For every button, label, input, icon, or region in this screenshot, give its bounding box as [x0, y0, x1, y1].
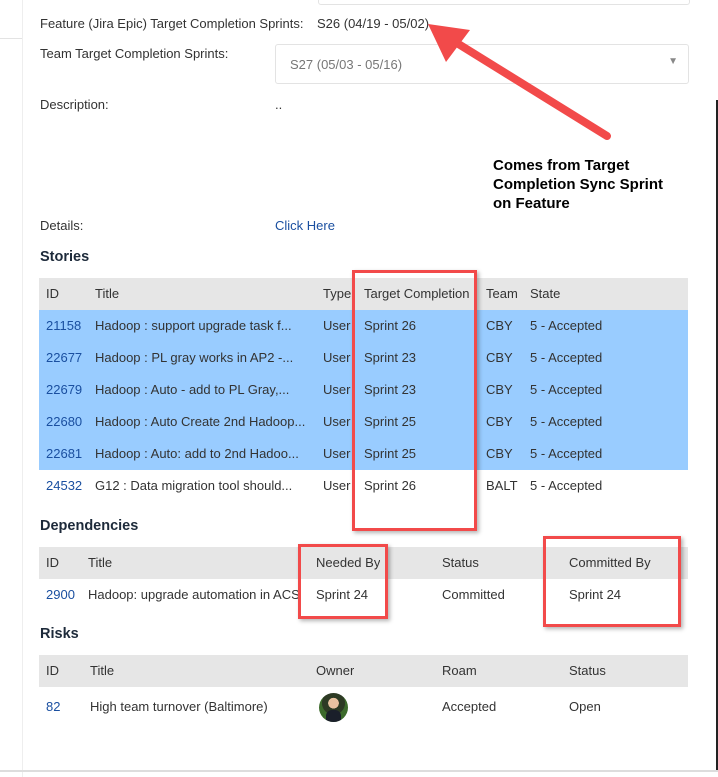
story-id[interactable]: 21158: [46, 310, 81, 342]
story-state: 5 - Accepted: [530, 414, 603, 429]
risks-heading: Risks: [40, 626, 79, 642]
story-team: CBY: [486, 382, 513, 397]
dependencies-heading: Dependencies: [40, 518, 139, 534]
avatar[interactable]: [319, 693, 348, 722]
story-state: 5 - Accepted: [530, 382, 603, 397]
col-roam[interactable]: Roam: [442, 655, 477, 687]
col-id[interactable]: ID: [46, 655, 59, 687]
col-type[interactable]: Type: [323, 278, 351, 310]
story-id[interactable]: 22677: [46, 342, 82, 374]
story-team: CBY: [486, 318, 513, 333]
story-id[interactable]: 24532: [46, 470, 82, 502]
story-state: 5 - Accepted: [530, 350, 603, 365]
risk-title: High team turnover (Baltimore): [90, 699, 268, 714]
col-status[interactable]: Status: [442, 547, 479, 579]
risk-status: Open: [569, 699, 601, 714]
story-title: Hadoop : support upgrade task f...: [95, 318, 292, 333]
col-owner[interactable]: Owner: [316, 655, 354, 687]
story-team: CBY: [486, 446, 513, 461]
story-team: BALT: [486, 478, 518, 493]
col-title[interactable]: Title: [95, 278, 119, 310]
col-title[interactable]: Title: [88, 547, 112, 579]
story-id[interactable]: 22681: [46, 438, 82, 470]
col-id[interactable]: ID: [46, 278, 59, 310]
story-id[interactable]: 22679: [46, 374, 82, 406]
highlight-box-target-completion: [352, 270, 477, 531]
dep-status: Committed: [442, 587, 505, 602]
story-state: 5 - Accepted: [530, 318, 603, 333]
dep-id[interactable]: 2900: [46, 579, 75, 611]
story-id[interactable]: 22680: [46, 406, 82, 438]
story-team: CBY: [486, 414, 513, 429]
story-type: User: [323, 318, 351, 333]
risk-roam: Accepted: [442, 699, 497, 714]
col-id[interactable]: ID: [46, 547, 59, 579]
highlight-box-committed-by: [543, 536, 681, 627]
story-title: Hadoop : Auto - add to PL Gray,...: [95, 382, 290, 397]
col-state[interactable]: State: [530, 278, 560, 310]
risks-table: ID Title Owner Roam Status 82 High team …: [39, 655, 688, 727]
stories-heading: Stories: [40, 249, 90, 265]
story-type: User: [323, 446, 351, 461]
story-type: User: [323, 382, 351, 397]
table-row[interactable]: 82 High team turnover (Baltimore) Accept…: [39, 687, 688, 727]
col-team[interactable]: Team: [486, 278, 518, 310]
story-type: User: [323, 350, 351, 365]
story-state: 5 - Accepted: [530, 446, 603, 461]
story-title: Hadoop : Auto: add to 2nd Hadoo...: [95, 446, 299, 461]
story-title: Hadoop : PL gray works in AP2 -...: [95, 350, 294, 365]
risk-id[interactable]: 82: [46, 687, 60, 727]
story-state: 5 - Accepted: [530, 478, 603, 493]
story-title: G12 : Data migration tool should...: [95, 478, 293, 493]
dep-title: Hadoop: upgrade automation in ACS: [88, 587, 300, 602]
col-title[interactable]: Title: [90, 655, 114, 687]
page: Feature (Jira Epic) Target Completion Sp…: [0, 0, 718, 777]
col-status[interactable]: Status: [569, 655, 606, 687]
story-type: User: [323, 414, 351, 429]
highlight-box-needed-by: [298, 544, 388, 619]
story-title: Hadoop : Auto Create 2nd Hadoop...: [95, 414, 306, 429]
risks-header: ID Title Owner Roam Status: [39, 655, 688, 687]
story-type: User: [323, 478, 351, 493]
story-team: CBY: [486, 350, 513, 365]
